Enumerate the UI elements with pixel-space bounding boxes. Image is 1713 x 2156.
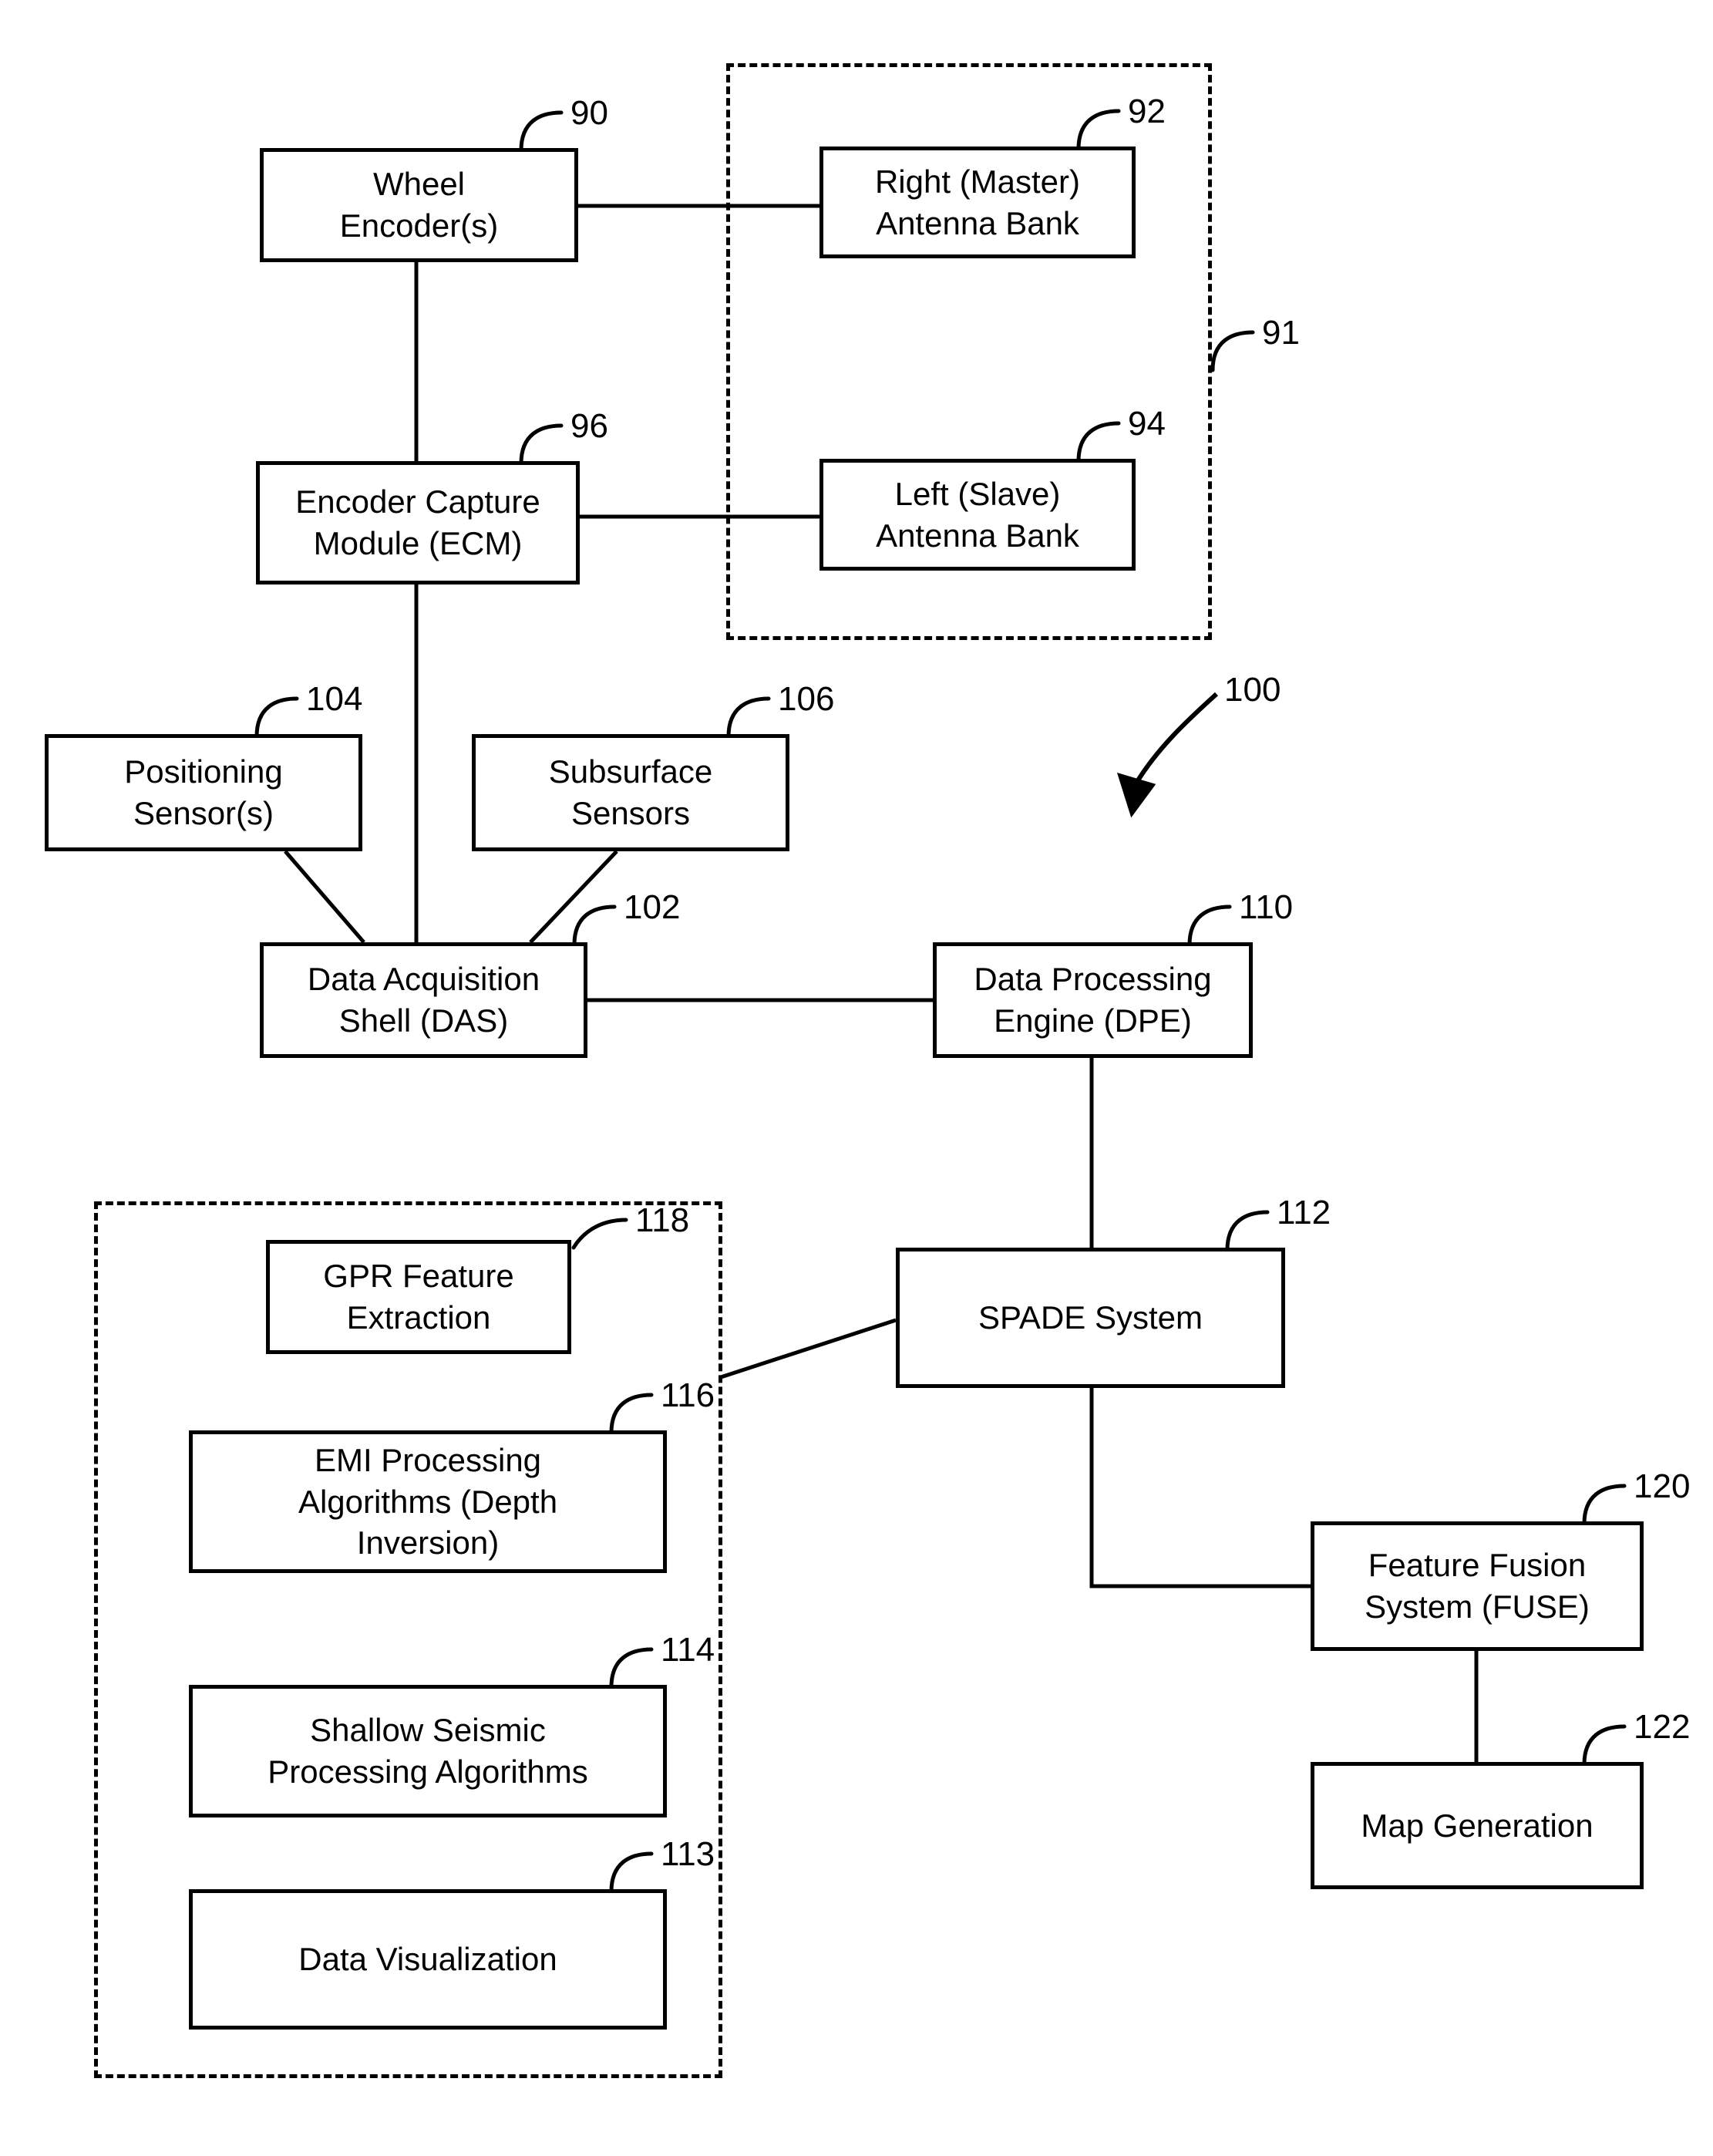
node-left-antenna-line2: Antenna Bank	[876, 517, 1079, 554]
node-subsurface-sensors[interactable]: Subsurface Sensors	[472, 734, 789, 851]
wire-subsurface-to-das	[529, 850, 618, 944]
node-fuse-line2: System (FUSE)	[1365, 1588, 1590, 1625]
node-positioning-sensors[interactable]: Positioning Sensor(s)	[45, 734, 362, 851]
node-feature-fusion-system[interactable]: Feature Fusion System (FUSE)	[1311, 1521, 1644, 1651]
ref-label-122: 122	[1634, 1708, 1691, 1746]
leader-hook-91	[1210, 330, 1255, 372]
leader-hook-102	[572, 905, 617, 947]
node-das-line2: Shell (DAS)	[338, 1002, 509, 1039]
node-right-antenna-line1: Right (Master)	[874, 163, 1081, 200]
system-ref-arrow	[1131, 692, 1219, 790]
leader-hook-106	[726, 696, 771, 739]
node-seismic-line1: Shallow Seismic	[310, 1712, 546, 1749]
wire-spade-to-fuse	[1089, 1388, 1311, 1588]
node-seismic-line2: Processing Algorithms	[268, 1753, 588, 1790]
ref-label-113: 113	[661, 1835, 715, 1873]
node-dpe-line1: Data Processing	[974, 961, 1212, 998]
node-das-line1: Data Acquisition	[307, 961, 540, 998]
node-subsurface-line2: Sensors	[570, 795, 691, 831]
wire-positioning-to-das	[284, 850, 365, 944]
patent-figure: Wheel Encoder(s) Right (Master) Antenna …	[0, 0, 1713, 2156]
node-emi-processing-algorithms[interactable]: EMI Processing Algorithms (Depth Inversi…	[189, 1430, 667, 1573]
node-emi-line3: Inversion)	[356, 1524, 500, 1561]
leader-hook-96	[519, 423, 564, 466]
ref-label-116: 116	[661, 1376, 715, 1414]
node-spade-system[interactable]: SPADE System	[896, 1248, 1285, 1388]
node-gpr-line2: Extraction	[346, 1299, 491, 1336]
node-spade-line1: SPADE System	[978, 1299, 1203, 1336]
ref-label-102: 102	[624, 888, 681, 926]
ref-label-94: 94	[1128, 405, 1166, 443]
node-wheel-encoder[interactable]: Wheel Encoder(s)	[260, 148, 578, 262]
leader-hook-122	[1582, 1724, 1627, 1767]
node-encoder-capture-module[interactable]: Encoder Capture Module (ECM)	[256, 461, 580, 584]
node-data-visualization[interactable]: Data Visualization	[189, 1889, 667, 2030]
ref-label-106: 106	[778, 680, 835, 718]
node-data-acquisition-shell[interactable]: Data Acquisition Shell (DAS)	[260, 942, 587, 1058]
ref-label-120: 120	[1634, 1467, 1691, 1505]
ref-label-110: 110	[1239, 888, 1294, 926]
node-right-antenna-line2: Antenna Bank	[876, 204, 1079, 241]
ref-label-114: 114	[661, 1631, 715, 1669]
leader-hook-104	[254, 696, 299, 739]
leader-hook-110	[1187, 905, 1232, 947]
node-data-visualization-line1: Data Visualization	[298, 1941, 557, 1978]
ref-label-112: 112	[1277, 1194, 1331, 1231]
node-emi-line2: Algorithms (Depth	[298, 1483, 558, 1520]
node-shallow-seismic-processing[interactable]: Shallow Seismic Processing Algorithms	[189, 1685, 667, 1817]
ref-label-118: 118	[635, 1201, 690, 1239]
wire-algorithms-to-spade	[720, 1318, 897, 1380]
node-positioning-line1: Positioning	[124, 753, 283, 790]
leader-hook-112	[1225, 1210, 1270, 1252]
node-gpr-feature-extraction[interactable]: GPR Feature Extraction	[266, 1240, 571, 1354]
node-right-master-antenna-bank[interactable]: Right (Master) Antenna Bank	[819, 147, 1136, 258]
node-ecm-line1: Encoder Capture	[295, 483, 540, 520]
leader-hook-120	[1582, 1484, 1627, 1526]
node-data-processing-engine[interactable]: Data Processing Engine (DPE)	[933, 942, 1253, 1058]
leader-hook-90	[519, 110, 564, 153]
node-wheel-encoder-line1: Wheel	[372, 166, 466, 203]
node-map-generation[interactable]: Map Generation	[1311, 1762, 1644, 1889]
node-fuse-line1: Feature Fusion	[1368, 1547, 1587, 1584]
node-left-antenna-line1: Left (Slave)	[894, 475, 1061, 512]
ref-label-104: 104	[306, 680, 363, 718]
node-gpr-line1: GPR Feature	[323, 1258, 514, 1295]
ref-label-96: 96	[570, 407, 608, 445]
node-subsurface-line1: Subsurface	[548, 753, 713, 790]
ref-label-90: 90	[570, 94, 608, 132]
system-ref-arrowhead	[1116, 773, 1156, 818]
node-left-slave-antenna-bank[interactable]: Left (Slave) Antenna Bank	[819, 459, 1136, 571]
node-positioning-line2: Sensor(s)	[133, 795, 274, 831]
node-ecm-line2: Module (ECM)	[313, 525, 523, 561]
node-map-generation-line1: Map Generation	[1361, 1807, 1594, 1844]
ref-label-92: 92	[1128, 93, 1166, 130]
node-wheel-encoder-line2: Encoder(s)	[339, 207, 499, 244]
node-dpe-line2: Engine (DPE)	[994, 1002, 1192, 1039]
node-emi-line1: EMI Processing	[314, 1441, 542, 1478]
ref-label-91: 91	[1262, 314, 1300, 352]
ref-label-100: 100	[1224, 671, 1281, 709]
